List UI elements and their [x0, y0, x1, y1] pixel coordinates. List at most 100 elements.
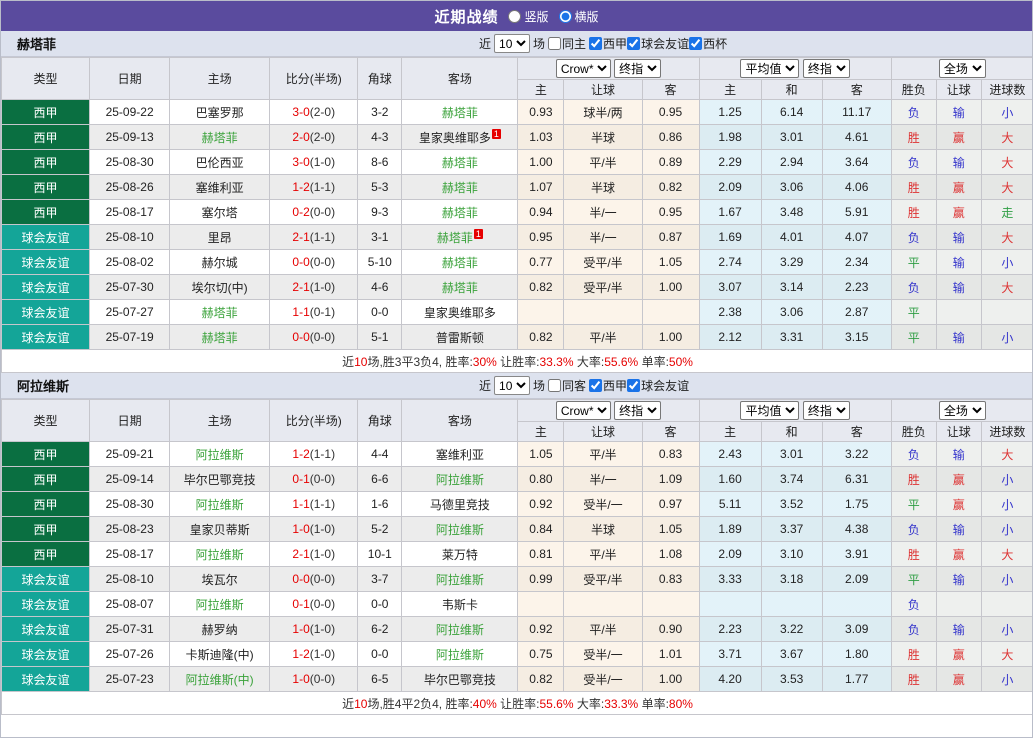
team-name: 莱万特	[442, 548, 478, 562]
odds-home	[518, 592, 564, 617]
col-away: 客场	[402, 400, 518, 442]
avg-draw: 3.01	[761, 442, 822, 467]
score-cell: 1-1(0-1)	[270, 300, 358, 325]
match-row: 球会友谊25-07-26卡斯迪隆(中)1-2(1-0)0-0阿拉维斯0.75受半…	[2, 642, 1033, 667]
average-select[interactable]: 平均值	[740, 401, 799, 420]
corner-cell: 10-1	[358, 542, 402, 567]
league-checkbox[interactable]	[627, 37, 640, 50]
avg-draw: 3.53	[761, 667, 822, 692]
away-team-cell: 赫塔菲1	[402, 225, 518, 250]
corner-cell: 3-7	[358, 567, 402, 592]
avg-stage-select[interactable]: 终指	[803, 401, 850, 420]
match-row: 西甲25-08-23皇家贝蒂斯1-0(1-0)5-2阿拉维斯0.84半球1.05…	[2, 517, 1033, 542]
league-filter-option[interactable]: 西杯	[689, 35, 727, 52]
summary-value: 33.3%	[604, 697, 638, 711]
team-name: 赫塔菲	[202, 306, 238, 320]
same-venue-option[interactable]: 同客	[548, 377, 586, 394]
league-checkbox[interactable]	[589, 37, 602, 50]
odds-stage-select[interactable]: 终指	[614, 401, 661, 420]
same-venue-option[interactable]: 同主	[548, 35, 586, 52]
league-label: 西杯	[703, 35, 727, 52]
vertical-radio[interactable]	[508, 10, 521, 23]
odds-home: 0.95	[518, 225, 564, 250]
result-wl: 负	[891, 592, 936, 617]
type-badge: 西甲	[2, 150, 90, 175]
avg-stage-select[interactable]: 终指	[803, 59, 850, 78]
avg-home: 1.25	[699, 100, 761, 125]
result-handicap: 输	[936, 150, 981, 175]
odds-home: 0.82	[518, 275, 564, 300]
league-checkbox[interactable]	[627, 379, 640, 392]
summary-value: 80%	[669, 697, 693, 711]
horizontal-radio[interactable]	[559, 10, 572, 23]
odds-handicap	[564, 300, 642, 325]
team-name: 韦斯卡	[442, 598, 478, 612]
corner-cell: 6-2	[358, 617, 402, 642]
half-time-score: (1-0)	[310, 622, 335, 636]
match-count-select[interactable]: 10	[494, 376, 530, 395]
odds-handicap	[564, 592, 642, 617]
summary-value: 30%	[473, 355, 497, 369]
type-badge: 西甲	[2, 517, 90, 542]
result-goals: 大	[981, 125, 1033, 150]
odds-home: 0.75	[518, 642, 564, 667]
odds-handicap: 受半/一	[564, 492, 642, 517]
team-name: 阿拉维斯	[436, 623, 484, 637]
same-venue-checkbox[interactable]	[548, 37, 561, 50]
avg-home	[699, 592, 761, 617]
half-time-score: (2-0)	[310, 105, 335, 119]
summary-text: 单率:	[638, 697, 669, 711]
odds-away: 1.00	[642, 325, 699, 350]
team-name: 阿拉维斯	[436, 648, 484, 662]
league-filter-option[interactable]: 西甲	[589, 377, 627, 394]
result-handicap: 输	[936, 517, 981, 542]
league-filter-option[interactable]: 西甲	[589, 35, 627, 52]
odds-stage-select[interactable]: 终指	[614, 59, 661, 78]
home-team-cell: 阿拉维斯(中)	[170, 667, 270, 692]
avg-away: 3.64	[822, 150, 891, 175]
odds-home: 1.07	[518, 175, 564, 200]
col-odds-handicap: 让球	[564, 422, 642, 442]
col-odds-home: 主	[518, 422, 564, 442]
period-select[interactable]: 全场	[939, 401, 986, 420]
team-name: 塞尔塔	[202, 206, 238, 220]
layout-option-horizontal[interactable]: 横版	[559, 8, 599, 25]
section-header: 赫塔菲 近 10 场 同主 西甲球会友谊西杯	[1, 31, 1032, 57]
odds-handicap: 半/一	[564, 225, 642, 250]
score-cell: 1-2(1-0)	[270, 642, 358, 667]
average-select[interactable]: 平均值	[740, 59, 799, 78]
league-filter-option[interactable]: 球会友谊	[627, 35, 689, 52]
col-corner: 角球	[358, 58, 402, 100]
col-avg-draw: 和	[761, 80, 822, 100]
period-select[interactable]: 全场	[939, 59, 986, 78]
league-checkbox[interactable]	[689, 37, 702, 50]
result-handicap: 输	[936, 100, 981, 125]
score-cell: 0-2(0-0)	[270, 200, 358, 225]
match-row: 球会友谊25-08-02赫尔城0-0(0-0)5-10赫塔菲0.77受平/半1.…	[2, 250, 1033, 275]
corner-cell: 1-6	[358, 492, 402, 517]
avg-draw	[761, 592, 822, 617]
avg-away: 4.06	[822, 175, 891, 200]
avg-away	[822, 592, 891, 617]
type-badge: 球会友谊	[2, 567, 90, 592]
team-name: 赫塔菲	[442, 156, 478, 170]
layout-option-vertical[interactable]: 竖版	[508, 8, 548, 25]
result-wl: 平	[891, 567, 936, 592]
match-count-select[interactable]: 10	[494, 34, 530, 53]
bookmaker-select[interactable]: Crow*	[556, 59, 611, 78]
avg-home: 2.09	[699, 175, 761, 200]
team-name: 赫塔菲	[442, 106, 478, 120]
odds-handicap: 半球	[564, 517, 642, 542]
col-odds-away: 客	[642, 80, 699, 100]
odds-home	[518, 300, 564, 325]
league-filter-option[interactable]: 球会友谊	[627, 377, 689, 394]
corner-cell: 8-6	[358, 150, 402, 175]
league-checkbox[interactable]	[589, 379, 602, 392]
summary-text: 近	[342, 697, 354, 711]
col-home: 主场	[170, 400, 270, 442]
bookmaker-select[interactable]: Crow*	[556, 401, 611, 420]
result-handicap: 输	[936, 442, 981, 467]
same-venue-checkbox[interactable]	[548, 379, 561, 392]
away-team-cell: 赫塔菲	[402, 250, 518, 275]
result-handicap: 赢	[936, 175, 981, 200]
